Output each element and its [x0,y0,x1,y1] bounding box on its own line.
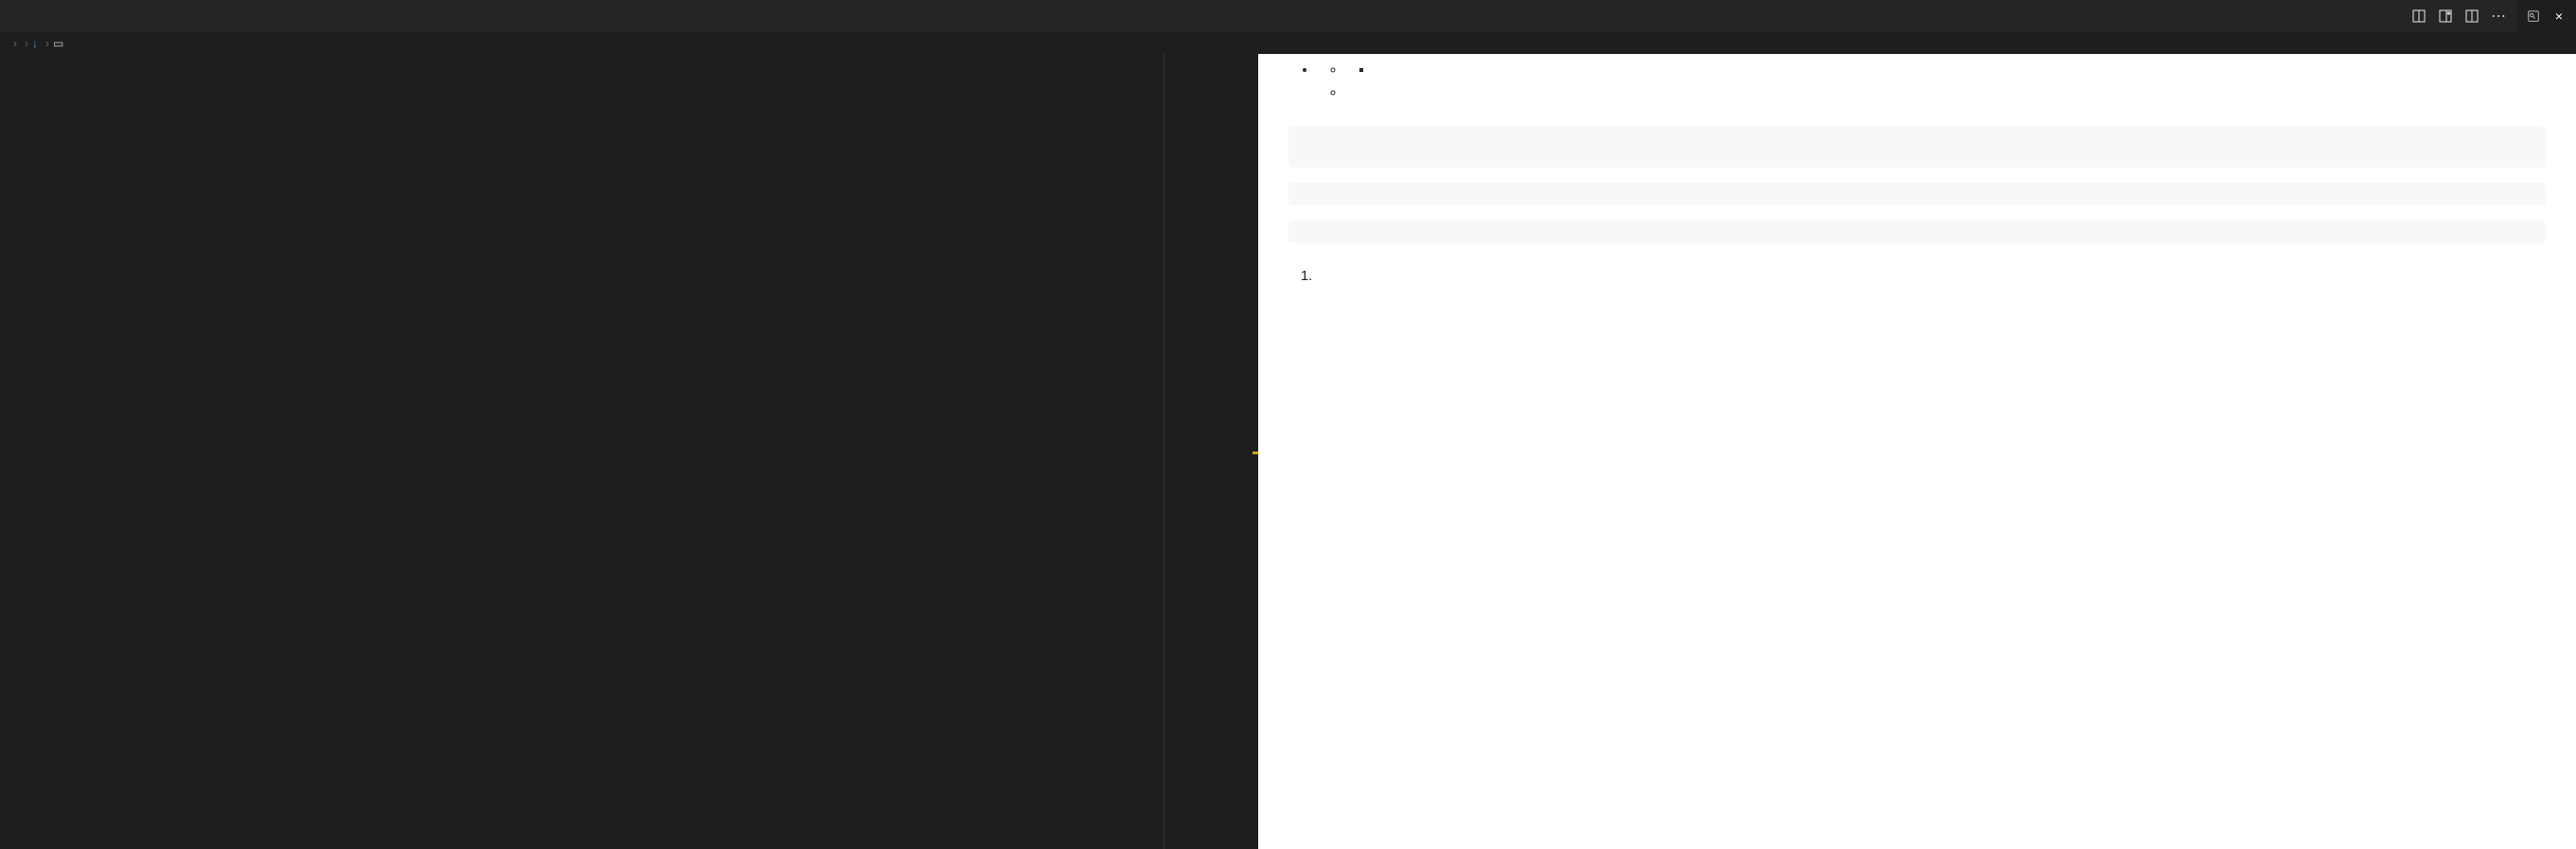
minimap-warning-marker [1253,451,1258,454]
preview-icon [2527,9,2540,23]
breadcrumb: › › ↓ › ▭ [0,33,2576,54]
more-actions-icon[interactable]: ⋯ [2491,9,2506,24]
chevron-right-icon: › [13,37,17,50]
list-item [1345,60,2547,81]
editor-pane[interactable] [0,54,1258,849]
list-item [1345,82,2547,104]
code-area[interactable] [38,54,1164,849]
editor-toolbar: ⋯ [2400,0,2517,32]
symbol-icon: ▭ [53,37,63,50]
minimap[interactable] [1164,54,1258,849]
chevron-right-icon: › [25,37,28,50]
markdown-icon: ↓ [32,37,38,50]
code-block [1288,221,2547,243]
open-preview-side-icon[interactable] [2438,9,2453,24]
preview-pane[interactable] [1258,54,2576,849]
list-item [1317,60,2547,104]
list-item [1317,266,2547,288]
line-gutter [0,54,38,849]
list-item [1374,60,2547,81]
code-block [1288,183,2547,205]
close-icon[interactable]: × [2551,9,2567,24]
main-split [0,54,2576,849]
tab-bar: ⋯ × [0,0,2576,33]
split-editor-icon[interactable] [2464,9,2480,24]
tab-preview[interactable]: × [2517,0,2576,32]
open-changes-icon[interactable] [2411,9,2427,24]
chevron-right-icon: › [45,37,49,50]
code-block [1288,126,2547,168]
